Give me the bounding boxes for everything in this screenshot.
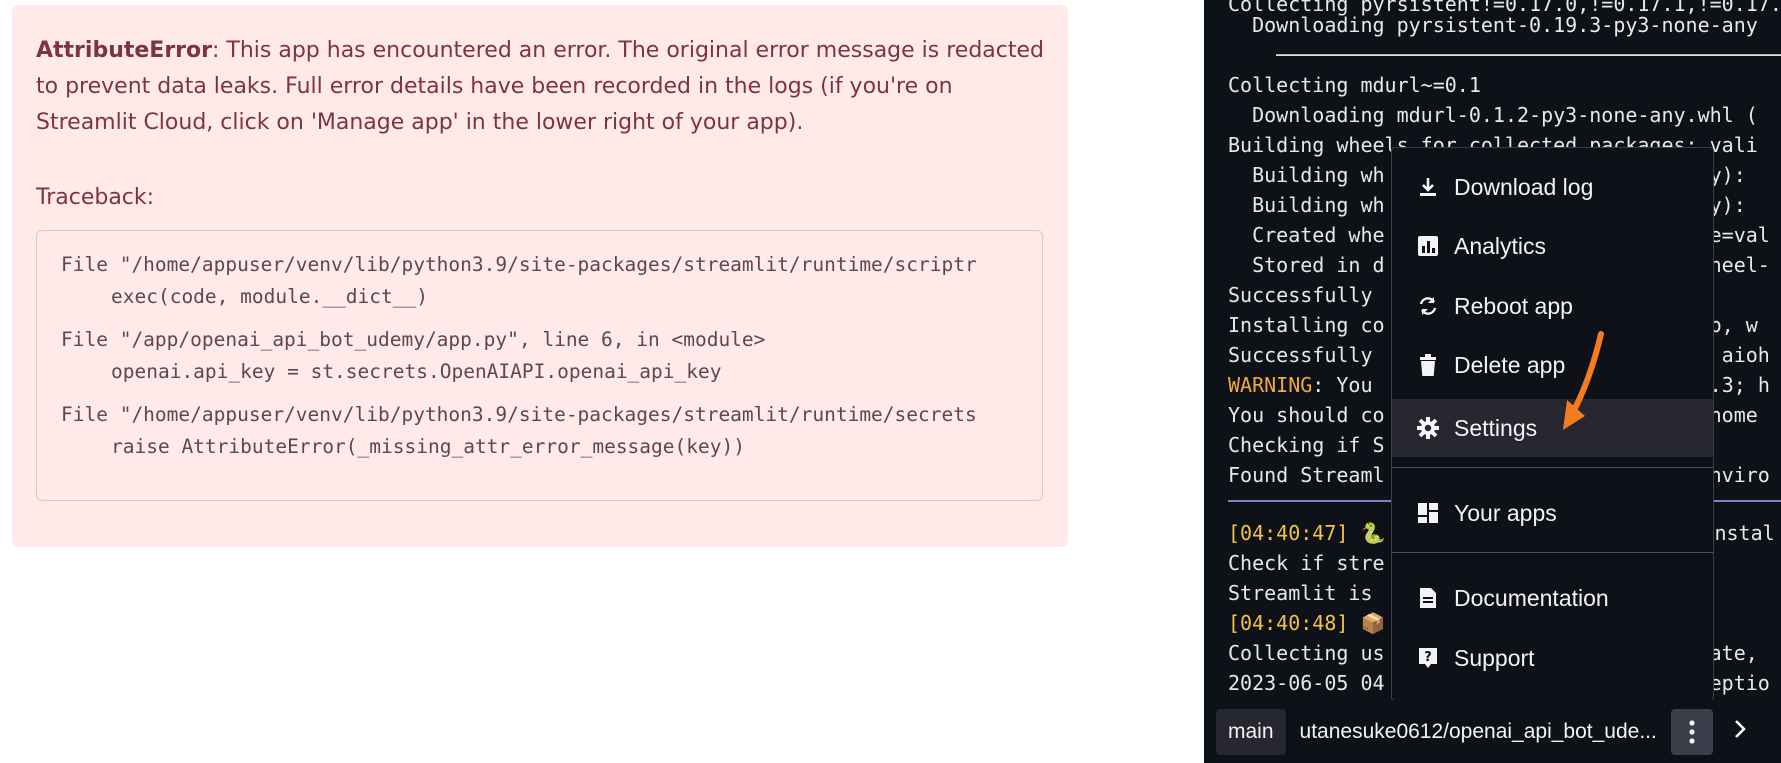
- menu-item-reboot-app[interactable]: Reboot app: [1392, 277, 1713, 335]
- traceback-code-line: openai.api_key = st.secrets.OpenAIAPI.op…: [111, 360, 722, 383]
- svg-text:?: ?: [1424, 650, 1432, 665]
- timestamp: [04:40:47]: [1228, 521, 1349, 545]
- timestamp: [04:40:48]: [1228, 611, 1349, 635]
- reboot-icon: [1417, 295, 1439, 317]
- gear-icon: [1417, 417, 1439, 439]
- menu-item-label: Your apps: [1454, 499, 1557, 526]
- dashboard-icon: [1417, 502, 1439, 524]
- menu-divider: [1392, 467, 1713, 468]
- branch-badge[interactable]: main: [1216, 708, 1286, 755]
- log-line: Collecting mdurl~=0.1: [1228, 73, 1481, 97]
- kebab-icon: [1689, 719, 1695, 744]
- trash-icon: [1417, 354, 1439, 376]
- log-line: Checking if S: [1228, 433, 1385, 457]
- error-box: AttributeError: This app has encountered…: [12, 5, 1068, 547]
- menu-item-label: Documentation: [1454, 584, 1609, 611]
- log-timestamp-line: [04:40:48] 📦: [1228, 608, 1385, 638]
- menu-item-label: Download log: [1454, 173, 1594, 200]
- more-options-button[interactable]: [1670, 708, 1713, 755]
- log-line: Downloading mdurl-0.1.2-py3-none-any.whl…: [1228, 103, 1758, 127]
- traceback-file-line: File "/app/openai_api_bot_udemy/app.py",…: [61, 328, 766, 351]
- document-icon: [1417, 587, 1439, 609]
- menu-item-download-log[interactable]: Download log: [1392, 158, 1713, 216]
- warning-label: WARNING: [1228, 373, 1313, 397]
- chevron-right-icon[interactable]: [1733, 718, 1747, 746]
- menu-divider: [1392, 552, 1713, 553]
- traceback-label: Traceback:: [36, 185, 155, 210]
- menu-item-documentation[interactable]: Documentation: [1392, 569, 1713, 627]
- repo-link[interactable]: utanesuke0612/openai_api_bot_ude...: [1300, 720, 1657, 744]
- manage-app-menu: Download log Analytics Reboot app Delete…: [1391, 147, 1714, 701]
- log-line: Successfully: [1228, 283, 1373, 307]
- log-line: Streamlit is: [1228, 581, 1373, 605]
- menu-item-label: Delete app: [1454, 351, 1566, 378]
- download-icon: [1417, 176, 1439, 198]
- menu-item-label: Reboot app: [1454, 292, 1573, 319]
- menu-item-analytics[interactable]: Analytics: [1392, 217, 1713, 275]
- traceback-frame: File "/home/appuser/venv/lib/python3.9/s…: [61, 249, 1042, 313]
- traceback-frame: File "/app/openai_api_bot_udemy/app.py",…: [61, 324, 1042, 388]
- traceback-frame: File "/home/appuser/venv/lib/python3.9/s…: [61, 399, 1042, 463]
- bottom-bar: main utanesuke0612/openai_api_bot_ude...: [1204, 700, 1781, 763]
- traceback-code-line: exec(code, module.__dict__): [111, 285, 428, 308]
- menu-item-label: Settings: [1454, 414, 1538, 441]
- traceback-file-line: File "/home/appuser/venv/lib/python3.9/s…: [61, 403, 977, 426]
- log-line: Check if stre: [1228, 551, 1385, 575]
- menu-item-label: Support: [1454, 644, 1535, 671]
- log-line: ────────────────────────────────────────…: [1228, 43, 1781, 67]
- menu-item-settings[interactable]: Settings: [1392, 399, 1713, 457]
- snake-icon: 🐍: [1360, 521, 1386, 545]
- traceback-block: File "/home/appuser/venv/lib/python3.9/s…: [36, 230, 1043, 501]
- menu-item-your-apps[interactable]: Your apps: [1392, 484, 1713, 542]
- traceback-code-line: raise AttributeError(_missing_attr_error…: [111, 435, 745, 458]
- traceback-file-line: File "/home/appuser/venv/lib/python3.9/s…: [61, 253, 977, 276]
- analytics-icon: [1417, 235, 1439, 257]
- menu-item-support[interactable]: ? Support: [1392, 629, 1713, 687]
- error-message: AttributeError: This app has encountered…: [36, 33, 1046, 141]
- menu-item-label: Analytics: [1454, 232, 1547, 259]
- help-icon: ?: [1417, 647, 1439, 669]
- error-type: AttributeError: [36, 38, 212, 63]
- log-line: Downloading pyrsistent-0.19.3-py3-none-a…: [1228, 13, 1758, 37]
- package-icon: 📦: [1360, 611, 1386, 635]
- menu-item-delete-app[interactable]: Delete app: [1392, 336, 1713, 394]
- annotation-arrow: [1563, 331, 1604, 430]
